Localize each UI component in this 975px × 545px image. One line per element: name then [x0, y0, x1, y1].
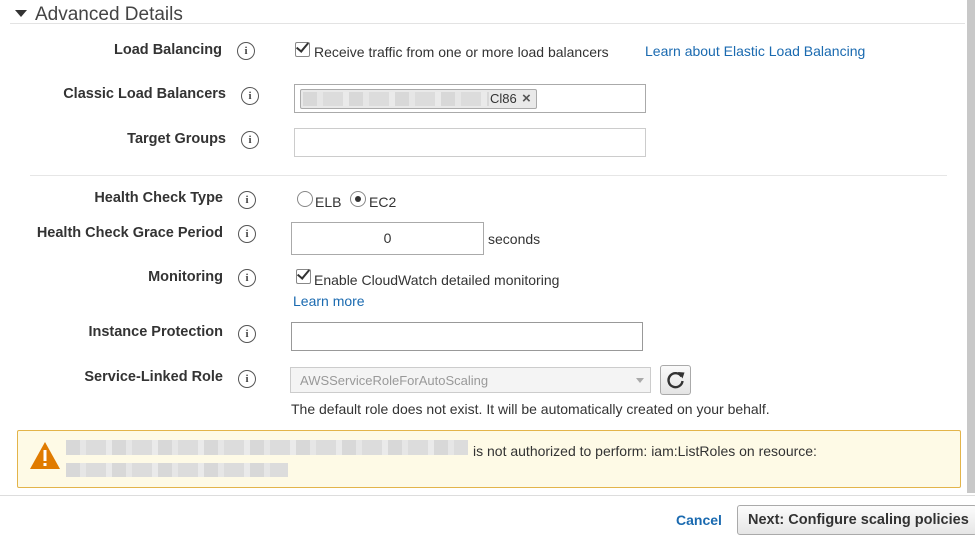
- classic-load-balancers-input[interactable]: Cl86 ×: [294, 84, 646, 113]
- selected-role: AWSServiceRoleForAutoScaling: [300, 373, 489, 388]
- warning-message: is not authorized to perform: iam:ListRo…: [473, 443, 817, 459]
- instance-protection-info-icon[interactable]: i: [238, 325, 256, 343]
- tag-suffix: Cl86: [490, 91, 517, 106]
- load-balancing-checkbox[interactable]: [295, 39, 310, 57]
- service-linked-role-select[interactable]: AWSServiceRoleForAutoScaling: [290, 367, 651, 393]
- service-role-note: The default role does not exist. It will…: [291, 401, 770, 417]
- cancel-button[interactable]: Cancel: [676, 512, 722, 528]
- load-balancing-label: Load Balancing: [114, 42, 222, 58]
- grace-period-unit: seconds: [488, 231, 541, 247]
- refresh-button[interactable]: [660, 365, 691, 395]
- monitoring-learn-more-link[interactable]: Learn more: [293, 293, 365, 309]
- monitoring-info-icon[interactable]: i: [238, 269, 256, 287]
- monitoring-checkbox-label[interactable]: Enable CloudWatch detailed monitoring: [314, 272, 559, 288]
- checkmark-icon: [295, 39, 310, 53]
- grace-period-label: Health Check Grace Period: [36, 225, 223, 241]
- scrollbar[interactable]: [967, 0, 975, 493]
- target-groups-info-icon[interactable]: i: [241, 131, 259, 149]
- instance-protection-label: Instance Protection: [88, 324, 223, 340]
- load-balancing-info-icon[interactable]: i: [237, 42, 255, 60]
- elb-learn-link[interactable]: Learn about Elastic Load Balancing: [645, 43, 865, 59]
- target-groups-input[interactable]: [294, 128, 646, 157]
- grace-period-input[interactable]: 0: [291, 222, 484, 255]
- instance-protection-select[interactable]: [291, 322, 643, 351]
- monitoring-label: Monitoring: [148, 269, 223, 285]
- radio-selected-dot: [355, 196, 361, 202]
- health-check-type-info-icon[interactable]: i: [238, 191, 256, 209]
- warning-icon: [30, 442, 60, 469]
- checkmark-icon: [296, 266, 311, 280]
- footer-divider: [0, 495, 975, 496]
- grace-period-info-icon[interactable]: i: [238, 225, 256, 243]
- advanced-details-header[interactable]: Advanced Details: [0, 0, 975, 25]
- header-divider: [10, 23, 965, 24]
- redacted-resource: [66, 463, 288, 477]
- collapse-triangle-icon[interactable]: [15, 10, 27, 17]
- divider: [30, 175, 947, 176]
- load-balancer-tag[interactable]: Cl86 ×: [300, 89, 537, 109]
- service-linked-role-label: Service-Linked Role: [84, 369, 223, 385]
- classic-load-balancers-label: Classic Load Balancers: [63, 86, 226, 102]
- radio-elb[interactable]: [297, 191, 313, 207]
- refresh-icon: [667, 372, 685, 389]
- radio-ec2-label[interactable]: EC2: [369, 194, 396, 210]
- target-groups-label: Target Groups: [127, 131, 226, 147]
- authorization-warning: is not authorized to perform: iam:ListRo…: [17, 430, 961, 488]
- chevron-down-icon: [636, 378, 644, 383]
- monitoring-checkbox[interactable]: [296, 266, 311, 284]
- redacted-name: [303, 92, 489, 106]
- load-balancing-checkbox-label[interactable]: Receive traffic from one or more load ba…: [314, 44, 609, 60]
- radio-ec2[interactable]: [350, 191, 366, 207]
- next-configure-scaling-button[interactable]: Next: Configure scaling policies: [737, 505, 975, 535]
- classic-lb-info-icon[interactable]: i: [241, 87, 259, 105]
- redacted-principal: [66, 440, 468, 455]
- service-linked-role-info-icon[interactable]: i: [238, 370, 256, 388]
- health-check-type-label: Health Check Type: [94, 190, 223, 206]
- radio-elb-label[interactable]: ELB: [315, 194, 341, 210]
- tag-remove-icon[interactable]: ×: [522, 90, 531, 107]
